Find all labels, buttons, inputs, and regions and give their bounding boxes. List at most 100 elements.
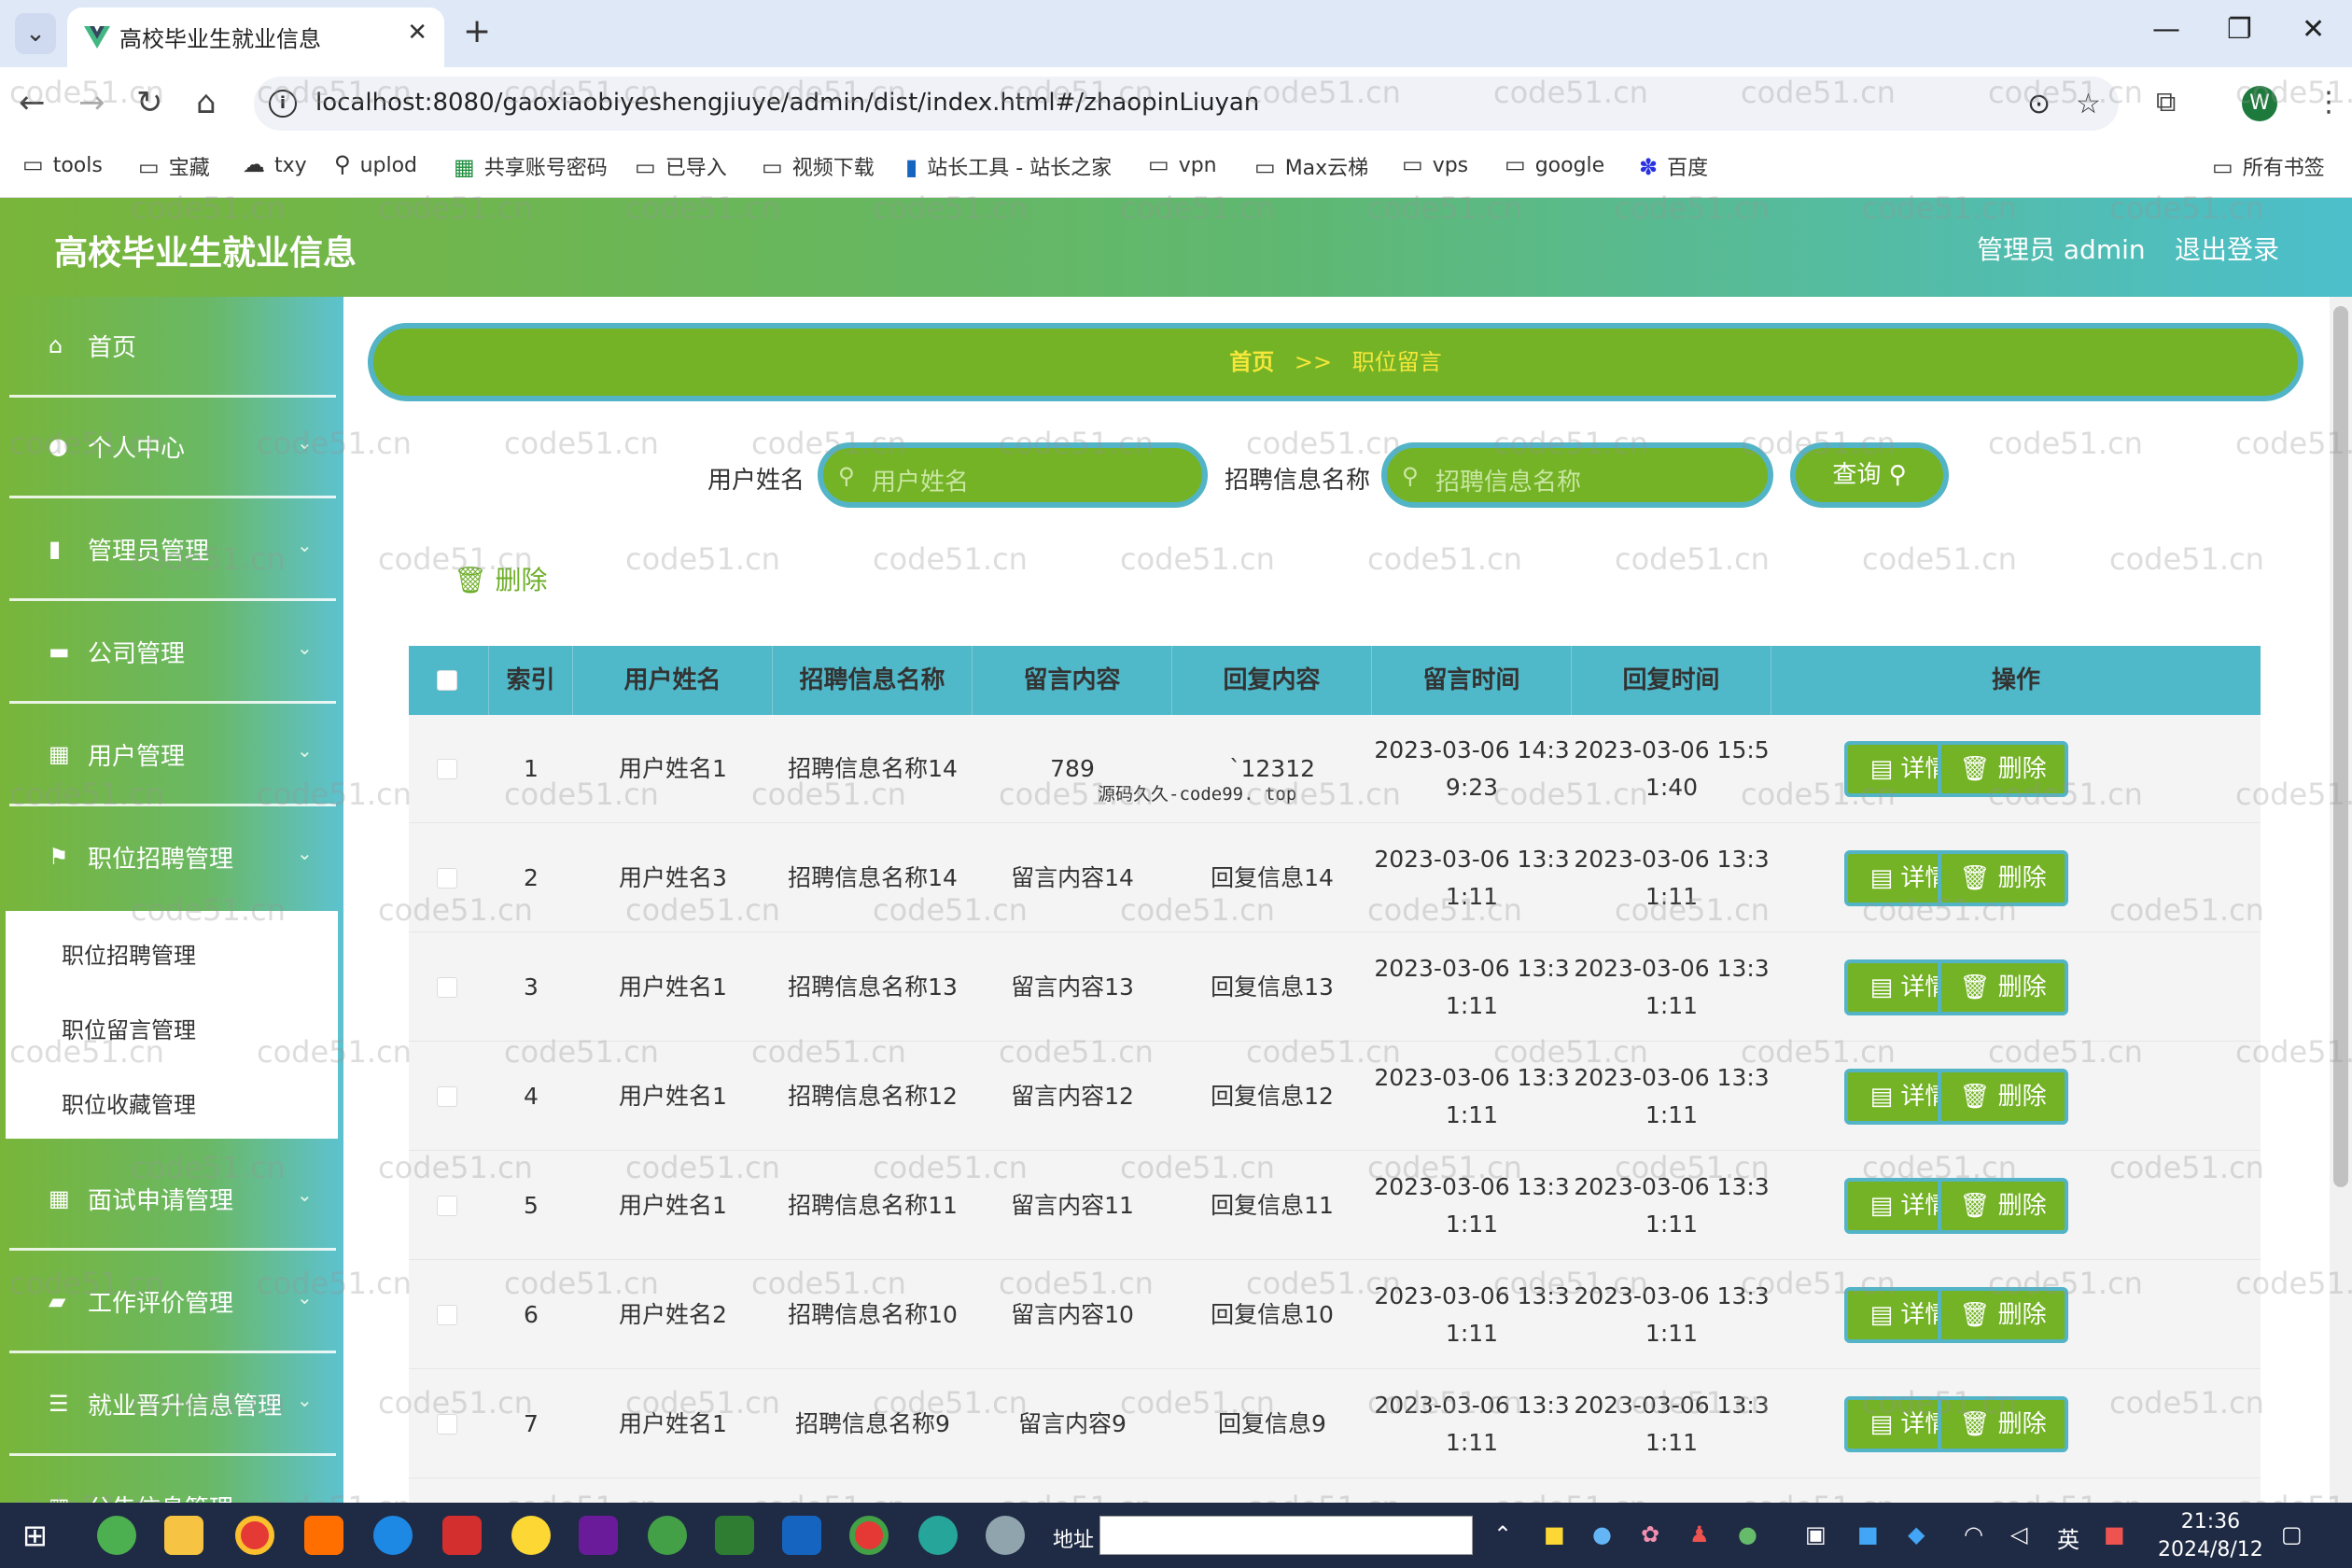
row-checkbox-cell[interactable] <box>409 715 489 823</box>
volume-icon[interactable]: ◁ <box>2010 1521 2027 1547</box>
all-bookmarks[interactable]: ▭ 所有书签 <box>2212 151 2325 181</box>
query-button[interactable]: 查询 ⚲ <box>1790 442 1949 508</box>
batch-delete-button[interactable]: 🗑 删除 <box>454 560 547 597</box>
row-checkbox-cell[interactable] <box>409 933 489 1042</box>
clock[interactable]: 21:36 2024/8/12 <box>2158 1508 2263 1564</box>
row-checkbox-cell[interactable] <box>409 824 489 932</box>
tab-close-icon[interactable]: ✕ <box>407 19 427 47</box>
row-checkbox-cell[interactable] <box>409 1370 489 1478</box>
chrome-icon[interactable] <box>849 1516 889 1555</box>
row-checkbox-cell[interactable] <box>409 1043 489 1151</box>
wifi-icon[interactable]: ◠ <box>1964 1521 1983 1547</box>
row-checkbox-cell[interactable] <box>409 1261 489 1369</box>
sidebar-item-user-management[interactable]: ▦ 用户管理 ⌄ <box>0 706 343 806</box>
sidebar-item-promotion-management[interactable]: ☰ 就业晋升信息管理 ⌄ <box>0 1355 343 1456</box>
submenu-item-job-messages[interactable]: 职位留言管理 <box>62 1012 196 1044</box>
hbuilder-icon[interactable] <box>715 1516 754 1555</box>
bookmark-item[interactable]: ▭ vpn <box>1148 151 1217 177</box>
reload-icon[interactable]: ↻ <box>136 84 163 121</box>
file-explorer-icon[interactable] <box>164 1516 203 1555</box>
row-checkbox[interactable] <box>437 977 457 998</box>
sidebar-item-work-evaluation-management[interactable]: ▰ 工作评价管理 ⌄ <box>0 1253 343 1353</box>
sublime-icon[interactable] <box>304 1516 343 1555</box>
row-checkbox[interactable] <box>437 1305 457 1325</box>
bookmark-item[interactable]: ▭ vps <box>1402 151 1468 177</box>
restore-icon[interactable]: ❐ <box>2227 13 2252 46</box>
chevron-up-icon[interactable]: ⌃ <box>1493 1521 1512 1547</box>
sidebar-item-admin-management[interactable]: ▮ 管理员管理 ⌄ <box>0 500 343 601</box>
forward-icon[interactable]: → <box>78 84 105 121</box>
app-icon[interactable] <box>511 1516 551 1555</box>
scrollbar-thumb[interactable] <box>2333 306 2348 1187</box>
wechat-icon[interactable] <box>648 1516 687 1555</box>
bookmark-item[interactable]: ☁ txy <box>243 151 307 177</box>
delete-button[interactable]: 🗑 删除 <box>1938 1287 2068 1343</box>
tray-app-icon[interactable]: ■ <box>2104 1521 2125 1547</box>
intellij-icon[interactable] <box>579 1516 618 1555</box>
tray-app-icon[interactable]: ■ <box>1857 1521 1879 1547</box>
delete-button[interactable]: 🗑 删除 <box>1938 1178 2068 1234</box>
app-icon[interactable] <box>986 1516 1025 1555</box>
extensions-icon[interactable]: ⧉ <box>2156 84 2176 121</box>
browser-tab[interactable]: 高校毕业生就业信息 ✕ <box>67 7 444 67</box>
user-name-input[interactable]: ⚲ 用户姓名 <box>818 442 1208 508</box>
site-info-icon[interactable]: i <box>269 90 297 118</box>
sidebar-item-job-recruitment-management[interactable]: ⚑ 职位招聘管理 ⌄ <box>0 808 343 909</box>
row-checkbox[interactable] <box>437 759 457 779</box>
delete-button[interactable]: 🗑 删除 <box>1938 850 2068 906</box>
submenu-item-job-favorites[interactable]: 职位收藏管理 <box>62 1086 196 1119</box>
edge-icon[interactable] <box>373 1516 413 1555</box>
row-checkbox[interactable] <box>437 1086 457 1107</box>
close-window-icon[interactable]: ✕ <box>2302 13 2325 46</box>
more-menu-icon[interactable]: ⋮ <box>2315 84 2343 121</box>
browser-360-icon[interactable] <box>97 1516 136 1555</box>
bookmark-item[interactable]: ▭ Max云梯 <box>1254 151 1368 181</box>
bookmark-item[interactable]: ▭ 已导入 <box>635 151 727 181</box>
sidebar-item-personal-center[interactable]: ● 个人中心 ⌄ <box>0 398 343 498</box>
delete-button[interactable]: 🗑 删除 <box>1938 959 2068 1015</box>
tray-app-icon[interactable]: ✿ <box>1641 1521 1659 1547</box>
select-all-checkbox[interactable] <box>437 670 457 691</box>
bookmark-item[interactable]: ▭ 视频下载 <box>762 151 875 181</box>
bookmark-item[interactable]: ▭ google <box>1505 151 1604 177</box>
bookmark-star-icon[interactable]: ☆ <box>2076 88 2101 120</box>
profile-avatar[interactable]: W <box>2242 86 2277 121</box>
row-checkbox[interactable] <box>437 868 457 889</box>
app-icon[interactable] <box>918 1516 958 1555</box>
bookmark-item[interactable]: ▭ tools <box>22 151 103 177</box>
sidebar-item-interview-management[interactable]: ▦ 面试申请管理 ⌄ <box>0 1150 343 1251</box>
tray-app-icon[interactable]: ♟ <box>1689 1521 1710 1547</box>
tray-wechat-icon[interactable]: ● <box>1738 1521 1757 1547</box>
header-select-all[interactable] <box>409 646 489 715</box>
row-checkbox-cell[interactable] <box>409 1152 489 1260</box>
new-tab-button[interactable]: + <box>463 13 491 50</box>
sidebar-item-company-management[interactable]: ▬ 公司管理 ⌄ <box>0 603 343 704</box>
page-scrollbar[interactable] <box>2330 297 2352 1503</box>
bookmark-item[interactable]: ▭ 宝藏 <box>138 151 210 181</box>
feishu-icon[interactable] <box>782 1516 821 1555</box>
screenshot-icon[interactable]: ⊙ <box>2027 88 2051 120</box>
url-text[interactable]: localhost:8080/gaoxiaobiyeshengjiuye/adm… <box>315 89 1259 117</box>
tray-app-icon[interactable]: ● <box>1592 1521 1612 1547</box>
chrome-icon[interactable] <box>235 1516 274 1555</box>
delete-button[interactable]: 🗑 删除 <box>1938 741 2068 797</box>
submenu-item-job-recruitment[interactable]: 职位招聘管理 <box>62 937 196 970</box>
tray-app-icon[interactable]: ◆ <box>1908 1521 1925 1547</box>
logout-link[interactable]: 退出登录 <box>2175 230 2279 267</box>
delete-button[interactable]: 🗑 删除 <box>1938 1069 2068 1125</box>
wps-icon[interactable] <box>442 1516 482 1555</box>
tray-app-icon[interactable]: ■ <box>1544 1521 1565 1547</box>
ime-indicator[interactable]: 英 <box>2057 1521 2079 1554</box>
back-icon[interactable]: ← <box>19 84 46 121</box>
sidebar-item-home[interactable]: ⌂ 首页 <box>0 297 343 398</box>
row-checkbox[interactable] <box>437 1414 457 1435</box>
notification-icon[interactable]: ▢ <box>2281 1521 2303 1547</box>
bookmark-item[interactable]: ✽ 百度 <box>1639 151 1708 181</box>
bookmark-item[interactable]: ▦ 共享账号密码 <box>454 151 608 181</box>
minimize-icon[interactable]: — <box>2152 13 2180 46</box>
sidebar-item-notice-management[interactable]: ▦ 公告信息管理 <box>0 1458 343 1503</box>
taskbar-address-input[interactable] <box>1099 1516 1473 1555</box>
home-browser-icon[interactable]: ⌂ <box>196 84 217 121</box>
bookmark-item[interactable]: ▮ 站长工具 - 站长之家 <box>905 151 1112 181</box>
bookmark-item[interactable]: ⚲ uplod <box>334 151 417 177</box>
